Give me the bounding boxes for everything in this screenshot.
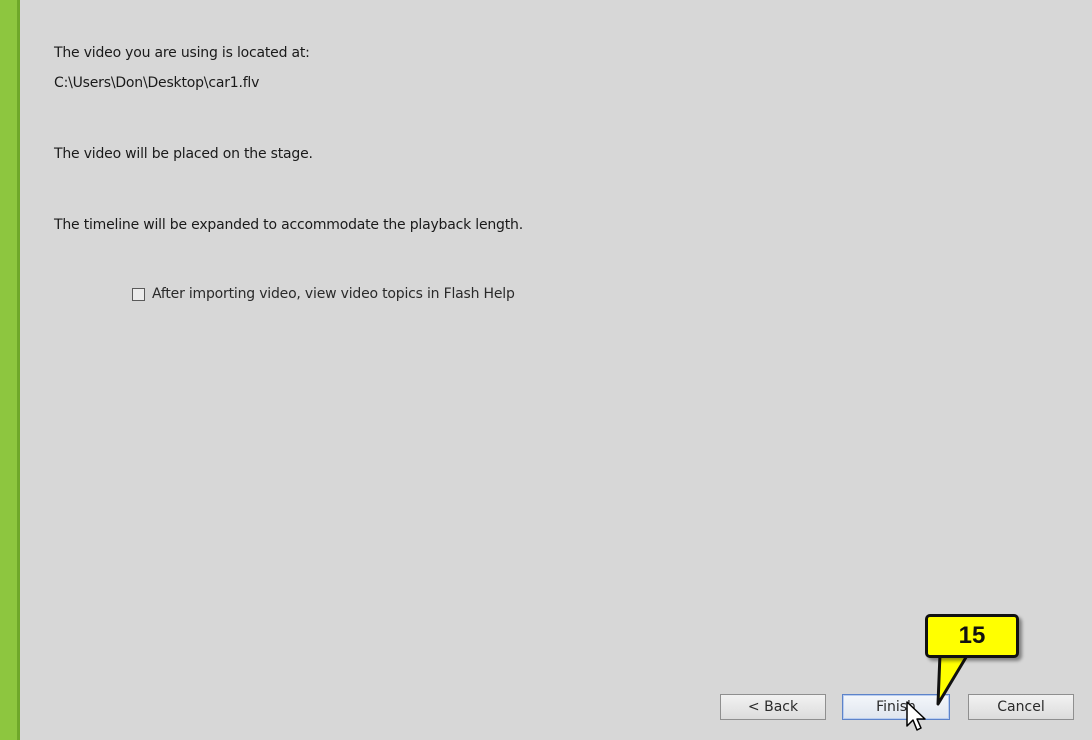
flash-help-checkbox-label[interactable]: After importing video, view video topics… [152, 285, 515, 303]
cancel-button[interactable]: Cancel [968, 694, 1074, 720]
back-button[interactable]: < Back [720, 694, 826, 720]
placement-message: The video will be placed on the stage. [54, 146, 313, 162]
video-file-path: C:\Users\Don\Desktop\car1.flv [54, 75, 260, 91]
video-location-label: The video you are using is located at: [54, 45, 310, 61]
left-accent-bar [0, 0, 20, 740]
timeline-message: The timeline will be expanded to accommo… [54, 217, 523, 233]
flash-help-checkbox-row[interactable]: After importing video, view video topics… [132, 285, 515, 303]
flash-help-checkbox[interactable] [132, 287, 145, 301]
mouse-pointer-icon [906, 701, 926, 731]
step-number-callout: 15 [925, 614, 1019, 658]
